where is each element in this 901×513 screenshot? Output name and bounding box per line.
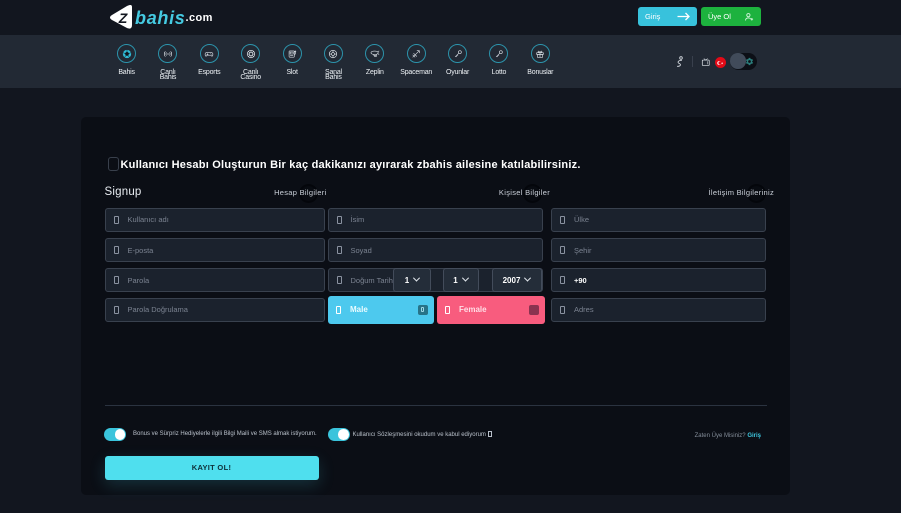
svg-text:Z: Z [118,10,128,26]
